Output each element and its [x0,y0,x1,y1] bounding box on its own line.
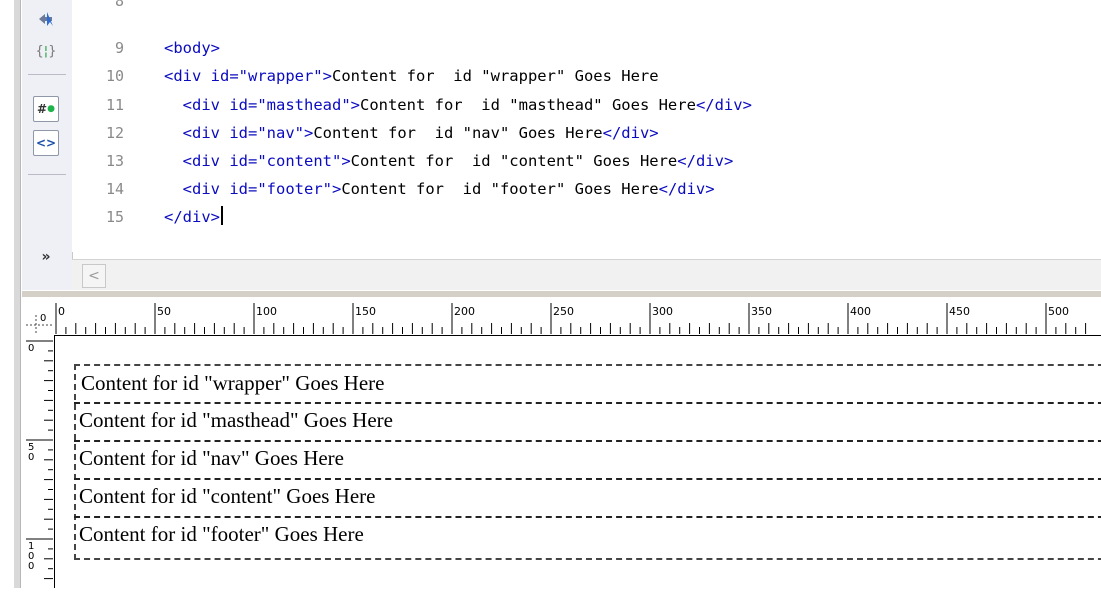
expand-icon[interactable]: » [33,244,59,270]
svg-text:0: 0 [40,313,46,324]
code-line[interactable]: <div id="content">Content for id "conten… [164,148,734,174]
ruler-label: 200 [454,305,475,318]
toolbar-separator [28,74,66,75]
validate-icon[interactable]: <> [33,130,59,156]
text-cursor [221,206,223,225]
ruler-label: 100 [256,305,277,318]
ruler-label: 0 [28,452,34,463]
code-line-text: <div id="wrapper">Content for id "wrappe… [164,67,659,85]
vertical-ruler: 050100 [22,335,55,588]
ruler-label: 450 [949,305,970,318]
ruler-label: 50 [157,305,171,318]
ruler-origin[interactable]: 0 [22,297,54,335]
code-line-text: </div> [164,208,220,226]
horizontal-scrollbar[interactable]: < [72,259,1101,292]
design-view[interactable]: Content for id "wrapper" Goes Here Conte… [55,336,1101,588]
scroll-left-button[interactable]: < [82,264,106,288]
ruler-label: 150 [355,305,376,318]
code-line-text: <div id="masthead">Content for id "masth… [182,96,752,114]
css-id-icon[interactable]: # ● [33,96,59,122]
code-line[interactable]: <div id="nav">Content for id "nav" Goes … [164,120,659,146]
line-number: 8 [114,0,124,10]
code-line[interactable]: <div id="footer">Content for id "footer"… [164,176,715,202]
masthead-text: Content for id "masthead" Goes Here [79,408,393,432]
code-line[interactable]: </div> [164,204,223,230]
footer-div[interactable]: Content for id "footer" Goes Here [74,516,1101,551]
toolbar-separator [28,174,66,175]
code-line-text: <div id="footer">Content for id "footer"… [182,180,715,198]
code-line-text: <div id="nav">Content for id "nav" Goes … [182,124,659,142]
select-icon[interactable] [33,6,59,32]
ruler-label: 350 [751,305,772,318]
ruler-label: 0 [28,343,34,354]
wrapper-text: Content for id "wrapper" Goes Here [81,371,385,395]
code-hint-icon[interactable]: {¦} [33,38,59,64]
line-number-gutter: 8 9 10 11 12 13 14 15 [72,0,142,252]
code-line-text: <div id="content">Content for id "conten… [182,152,734,170]
nav-text: Content for id "nav" Goes Here [79,446,344,470]
ruler-label: 400 [850,305,871,318]
line-number: 11 [105,96,124,114]
line-number: 15 [105,208,124,226]
ruler-label: 0 [58,305,65,318]
ruler-label: 0 [28,561,34,572]
wrapper-div[interactable]: Content for id "wrapper" Goes Here Conte… [74,364,1101,560]
line-number: 13 [105,152,124,170]
nav-div[interactable]: Content for id "nav" Goes Here [74,440,1101,475]
line-number: 9 [114,39,124,57]
content-text: Content for id "content" Goes Here [79,484,376,508]
line-number: 10 [105,67,124,85]
footer-text: Content for id "footer" Goes Here [79,522,364,546]
masthead-div[interactable]: Content for id "masthead" Goes Here [74,402,1101,437]
line-number: 12 [105,124,124,142]
code-line[interactable]: <div id="masthead">Content for id "masth… [164,92,752,118]
window-left-edge [0,0,22,588]
code-line[interactable]: <div id="wrapper">Content for id "wrappe… [164,63,659,89]
ruler-label: 300 [652,305,673,318]
content-div[interactable]: Content for id "content" Goes Here [74,478,1101,513]
coding-toolbar: {¦} # ● <> » [22,0,73,290]
line-number: 14 [105,180,124,198]
code-line[interactable]: <body> [164,35,220,61]
ruler-label: 250 [553,305,574,318]
horizontal-ruler: 0 50 100 150 200 250 300 350 400 450 500 [54,297,1101,336]
ruler-label: 500 [1048,305,1069,318]
code-editor[interactable]: <body> <div id="wrapper">Content for id … [142,0,1101,252]
